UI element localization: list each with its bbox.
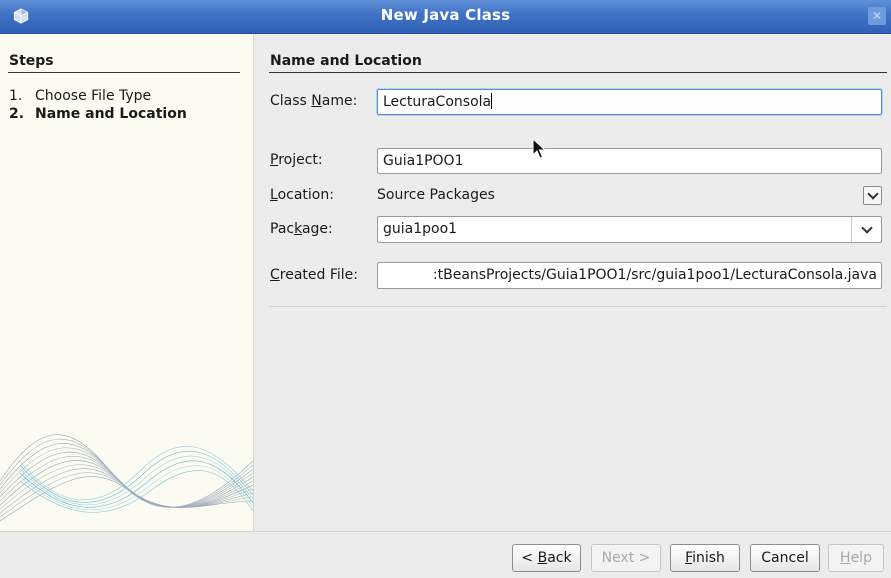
label-text: roject: bbox=[278, 152, 323, 168]
chevron-down-icon bbox=[867, 188, 879, 200]
label-text: reated File: bbox=[279, 267, 359, 283]
label-mnemonic: k bbox=[294, 221, 302, 237]
title-bar: New Java Class ✕ bbox=[0, 0, 891, 34]
step-name-and-location: 2. Name and Location bbox=[9, 106, 187, 122]
name-and-location-panel: Name and Location Class Name: LecturaCon… bbox=[254, 34, 891, 531]
steps-divider bbox=[8, 72, 240, 73]
help-button[interactable]: Help bbox=[828, 544, 884, 572]
button-text: Cancel bbox=[761, 550, 809, 566]
netbeans-wave-art bbox=[0, 434, 253, 522]
chevron-down-icon[interactable] bbox=[861, 222, 873, 234]
section-divider bbox=[269, 72, 887, 73]
back-button[interactable]: < Back bbox=[512, 544, 581, 572]
step-label: Choose File Type bbox=[35, 88, 152, 104]
label-mnemonic: C bbox=[270, 267, 280, 283]
button-text: ack bbox=[547, 550, 572, 566]
class-name-label: Class Name: bbox=[270, 93, 357, 109]
button-text: inish bbox=[692, 550, 725, 566]
location-label: Location: bbox=[270, 187, 334, 203]
label-mnemonic: L bbox=[270, 187, 278, 203]
button-mnemonic: H bbox=[840, 550, 851, 566]
label-text: age: bbox=[301, 221, 333, 237]
package-combobox[interactable]: guia1poo1 bbox=[377, 216, 882, 243]
button-text: < bbox=[521, 550, 538, 566]
created-file-label: Created File: bbox=[270, 267, 358, 283]
button-text: elp bbox=[850, 550, 872, 566]
project-field[interactable]: Guia1POO1 bbox=[377, 148, 882, 174]
step-number: 1. bbox=[9, 88, 23, 104]
created-file-field[interactable]: :tBeansProjects/Guia1POO1/src/guia1poo1/… bbox=[377, 262, 882, 289]
step-label: Name and Location bbox=[35, 106, 187, 122]
label-mnemonic: N bbox=[311, 93, 322, 109]
button-bar: < Back Next > Finish Cancel Help bbox=[0, 531, 891, 578]
form-divider bbox=[269, 306, 887, 307]
location-value[interactable]: Source Packages bbox=[377, 187, 495, 203]
steps-panel: Steps 1. Choose File Type 2. Name and Loca… bbox=[0, 34, 254, 531]
project-label: Project: bbox=[270, 152, 323, 168]
section-title: Name and Location bbox=[270, 53, 422, 69]
created-file-value: :tBeansProjects/Guia1POO1/src/guia1poo1/… bbox=[432, 267, 877, 283]
label-text: ocation: bbox=[277, 187, 334, 203]
cancel-button[interactable]: Cancel bbox=[750, 544, 820, 572]
package-label: Package: bbox=[270, 221, 333, 237]
text-caret bbox=[491, 93, 493, 109]
location-dropdown-button[interactable] bbox=[863, 186, 882, 205]
project-value: Guia1POO1 bbox=[383, 153, 464, 169]
step-number: 2. bbox=[9, 106, 25, 122]
next-button[interactable]: Next > bbox=[591, 544, 661, 572]
label-text: Class bbox=[270, 93, 312, 109]
window-title: New Java Class bbox=[380, 6, 511, 24]
label-text: ame: bbox=[321, 93, 358, 109]
close-icon[interactable]: ✕ bbox=[868, 7, 886, 25]
mouse-pointer-icon bbox=[532, 138, 547, 159]
label-text: Pac bbox=[270, 221, 295, 237]
package-value: guia1poo1 bbox=[383, 221, 458, 237]
button-text: Next > bbox=[601, 550, 651, 566]
button-mnemonic: B bbox=[537, 550, 548, 566]
class-name-input[interactable]: LecturaConsola bbox=[377, 89, 882, 115]
steps-heading: Steps bbox=[9, 53, 54, 69]
finish-button[interactable]: Finish bbox=[670, 544, 740, 572]
label-mnemonic: P bbox=[270, 152, 279, 168]
class-name-value: LecturaConsola bbox=[383, 94, 492, 110]
combo-separator bbox=[851, 217, 852, 242]
step-choose-file-type: 1. Choose File Type bbox=[9, 88, 151, 104]
